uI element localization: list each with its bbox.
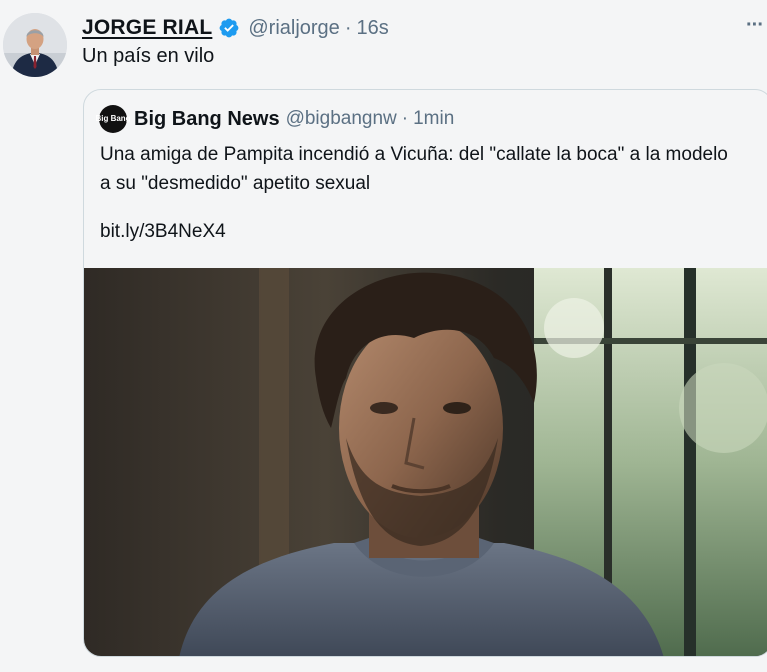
- quoted-tweet-text: Una amiga de Pampita incendió a Vicuña: …: [100, 144, 728, 194]
- quoted-author-handle[interactable]: @bigbangnw: [286, 108, 397, 130]
- avatar-photo: [3, 13, 67, 77]
- quoted-timestamp[interactable]: 1min: [413, 108, 454, 130]
- tweet-text: Un país en vilo: [82, 45, 215, 67]
- quoted-tweet-photo[interactable]: [84, 268, 767, 657]
- separator-dot: ·: [344, 16, 352, 39]
- quoted-avatar[interactable]: Big Bang: [95, 105, 131, 133]
- avatar[interactable]: [3, 13, 67, 77]
- quoted-separator-dot: ·: [401, 108, 409, 129]
- author-handle[interactable]: @rialjorge: [248, 17, 339, 40]
- quoted-author-name[interactable]: Big Bang News: [134, 108, 280, 131]
- more-icon[interactable]: ···: [746, 14, 764, 37]
- tweet-header: JORGE RIAL @rialjorge · 16s: [82, 14, 389, 42]
- tweet-timestamp[interactable]: 16s: [356, 17, 388, 40]
- tweet[interactable]: JORGE RIAL @rialjorge · 16s ··· Un país …: [0, 0, 767, 672]
- quoted-tweet-header: Big Bang Big Bang News @bigbangnw · 1min: [95, 105, 454, 133]
- quoted-tweet-link[interactable]: bit.ly/3B4NeX4: [100, 221, 226, 243]
- quoted-tweet[interactable]: Big Bang Big Bang News @bigbangnw · 1min…: [83, 89, 767, 657]
- verified-badge-icon: [219, 18, 239, 38]
- author-name[interactable]: JORGE RIAL: [82, 16, 212, 40]
